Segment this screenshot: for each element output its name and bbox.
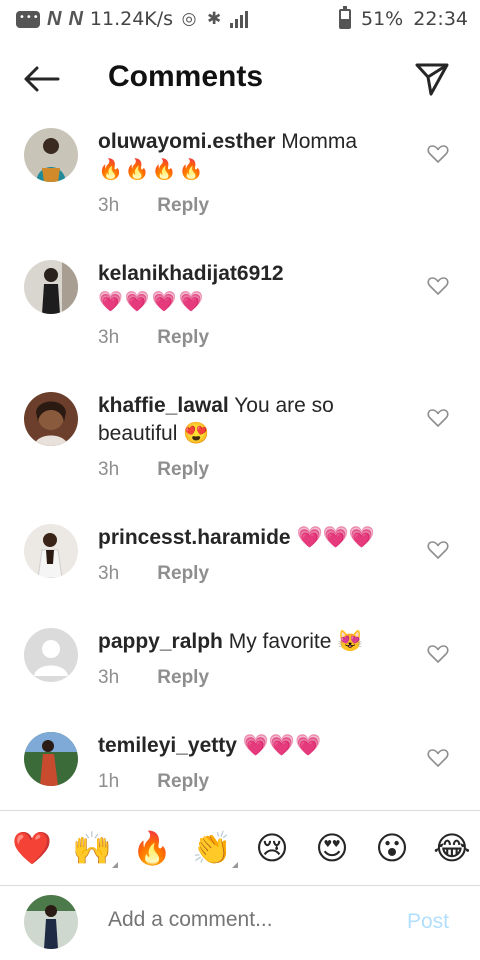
reply-button[interactable]: Reply — [157, 195, 209, 216]
bluetooth-icon: ✱ — [206, 9, 222, 29]
current-user-avatar — [24, 895, 78, 949]
emoji-clap-button[interactable]: 👏 — [190, 826, 238, 870]
like-heart-icon[interactable] — [427, 276, 449, 296]
avatar[interactable] — [24, 628, 78, 682]
network-speed: 11.24K/s — [89, 8, 174, 30]
reply-button[interactable]: Reply — [157, 327, 209, 348]
n-icon: N — [47, 7, 62, 30]
username[interactable]: khaffie_lawal — [98, 394, 229, 417]
page-title: Comments — [108, 60, 264, 93]
emoji-laughing-button[interactable]: 😂 — [430, 826, 474, 870]
comment-text: princesst.haramide 💗💗💗 — [98, 524, 398, 552]
comment-text: oluwayomi.esther Momma 🔥🔥🔥🔥 — [98, 128, 398, 184]
message-icon — [16, 10, 40, 28]
emoji-heart-eyes-button[interactable]: 😍 — [310, 826, 354, 870]
comment-text: kelanikhadijat6912 💗💗💗💗 — [98, 260, 398, 316]
hotspot-icon: ◎ — [181, 9, 197, 29]
comment-input[interactable] — [108, 908, 388, 932]
comment-text: khaffie_lawal You are so beautiful 😍 — [98, 392, 398, 448]
comment-body: My favorite 😻 — [228, 630, 364, 653]
back-arrow-icon[interactable] — [22, 64, 62, 94]
post-button[interactable]: Post — [407, 910, 449, 934]
username[interactable]: pappy_ralph — [98, 630, 223, 653]
battery-icon — [339, 6, 351, 29]
comment-time: 3h — [98, 327, 120, 348]
like-heart-icon[interactable] — [427, 408, 449, 428]
header: Comments — [0, 38, 480, 120]
signal-icon — [230, 10, 249, 28]
emoji-surprised-button[interactable]: 😮 — [370, 826, 414, 870]
comment-time: 1h — [98, 771, 120, 792]
emoji-crying-button[interactable]: 😢 — [250, 826, 294, 870]
comment-composer: Post — [0, 886, 480, 960]
username[interactable]: kelanikhadijat6912 — [98, 262, 284, 285]
avatar[interactable] — [24, 260, 78, 314]
avatar[interactable] — [24, 392, 78, 446]
comment-time: 3h — [98, 195, 120, 216]
comment-body: 💗💗💗 — [242, 734, 322, 757]
direct-message-icon[interactable] — [413, 60, 451, 98]
comment-body: 💗💗💗 — [296, 526, 375, 549]
comment-emojis: 🔥🔥🔥🔥 — [98, 159, 206, 181]
avatar[interactable] — [24, 732, 78, 786]
comment-text: temileyi_yetty 💗💗💗 — [98, 732, 398, 760]
like-heart-icon[interactable] — [427, 144, 449, 164]
comment-emojis: 💗💗💗💗 — [98, 291, 206, 313]
comment-time: 3h — [98, 667, 120, 688]
comment-body: Momma — [281, 130, 358, 153]
reply-button[interactable]: Reply — [157, 667, 209, 688]
username[interactable]: oluwayomi.esther — [98, 130, 275, 153]
n-icon: N — [68, 7, 83, 30]
emoji-heart-button[interactable]: ❤️ — [10, 826, 54, 870]
reply-button[interactable]: Reply — [157, 771, 209, 792]
comment-time: 3h — [98, 563, 120, 584]
avatar[interactable] — [24, 128, 78, 182]
username[interactable]: princesst.haramide — [98, 526, 291, 549]
clock: 22:34 — [413, 8, 468, 30]
username[interactable]: temileyi_yetty — [98, 734, 237, 757]
emoji-raised-hands-button[interactable]: 🙌 — [70, 826, 118, 870]
quick-emoji-bar: ❤️ 🙌 🔥 👏 😢 😍 😮 😂 — [0, 810, 480, 886]
battery-level: 51% — [361, 8, 404, 30]
like-heart-icon[interactable] — [427, 748, 449, 768]
emoji-fire-button[interactable]: 🔥 — [130, 826, 174, 870]
like-heart-icon[interactable] — [427, 644, 449, 664]
status-bar: N N 11.24K/s ◎ ✱ 51% 22:34 — [0, 0, 480, 38]
comment-time: 3h — [98, 459, 120, 480]
comment-text: pappy_ralph My favorite 😻 — [98, 628, 398, 656]
like-heart-icon[interactable] — [427, 540, 449, 560]
reply-button[interactable]: Reply — [157, 563, 209, 584]
reply-button[interactable]: Reply — [157, 459, 209, 480]
avatar[interactable] — [24, 524, 78, 578]
